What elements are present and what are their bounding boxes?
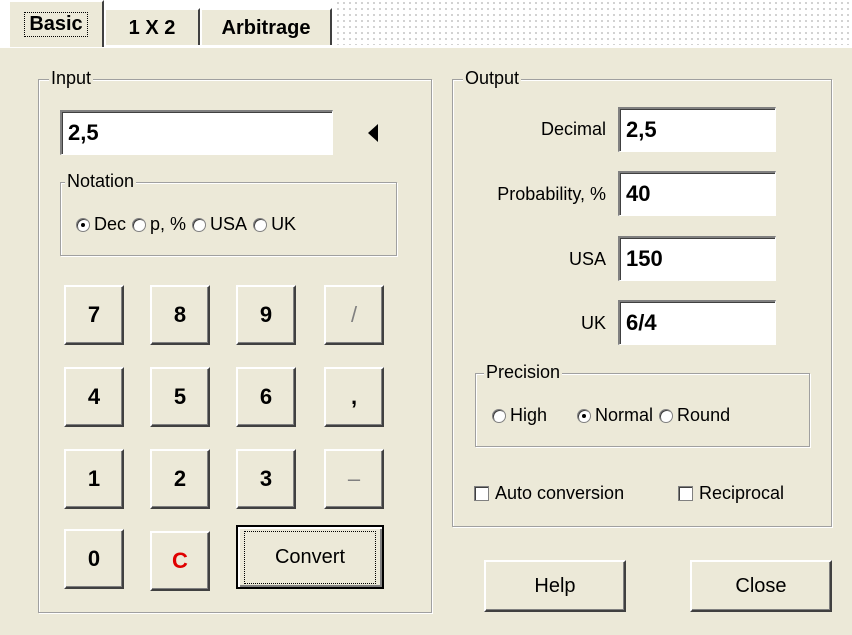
notation-dec-radio[interactable]	[76, 217, 90, 232]
key-2[interactable]: 2	[150, 449, 210, 509]
probability-field[interactable]	[618, 171, 776, 216]
decimal-field[interactable]	[618, 107, 776, 152]
notation-options: Dec p, % USA UK	[76, 214, 296, 235]
notation-p-label: p, %	[150, 214, 187, 234]
key-5[interactable]: 5	[150, 367, 210, 427]
reciprocal-checkbox[interactable]	[678, 486, 693, 501]
precision-high-radio[interactable]	[492, 408, 506, 423]
uk-label: UK	[580, 313, 606, 333]
notation-uk-label: UK	[271, 214, 297, 234]
tab-panel: Input Notation Dec p, % USA UK 7 8 9 / 4…	[0, 45, 852, 635]
usa-field[interactable]	[618, 236, 776, 281]
key-8[interactable]: 8	[150, 285, 210, 345]
auto-conversion-checkbox[interactable]	[474, 486, 489, 501]
close-button[interactable]: Close	[690, 560, 832, 612]
usa-label: USA	[568, 249, 606, 269]
key-3[interactable]: 3	[236, 449, 296, 509]
tab-1x2[interactable]: 1 X 2	[104, 8, 200, 46]
decimal-label: Decimal	[540, 119, 606, 139]
precision-normal-label: Normal	[595, 405, 654, 425]
clear-button[interactable]: C	[150, 531, 210, 591]
probability-label: Probability, %	[497, 184, 606, 204]
input-field[interactable]	[60, 110, 333, 155]
key-0[interactable]: 0	[64, 529, 124, 589]
precision-legend: Precision	[484, 362, 563, 383]
tab-basic[interactable]: Basic	[8, 0, 104, 47]
notation-legend: Notation	[65, 171, 137, 192]
notation-usa-radio[interactable]	[192, 217, 207, 232]
precision-high-label: High	[510, 405, 548, 425]
auto-conversion-option[interactable]: Auto conversion	[474, 483, 624, 504]
auto-conversion-label: Auto conversion	[495, 483, 625, 503]
tabstrip-background	[335, 0, 852, 45]
notation-dec-label: Dec	[94, 214, 127, 234]
key-4[interactable]: 4	[64, 367, 124, 427]
reciprocal-label: Reciprocal	[699, 483, 785, 503]
output-legend: Output	[463, 68, 522, 89]
help-button[interactable]: Help	[484, 560, 626, 612]
tab-arbitrage-label: Arbitrage	[221, 16, 311, 39]
precision-round-label: Round	[677, 405, 731, 425]
input-legend: Input	[49, 68, 94, 89]
key-6[interactable]: 6	[236, 367, 296, 427]
notation-uk-radio[interactable]	[253, 217, 268, 232]
precision-round-radio[interactable]	[659, 408, 674, 423]
precision-options: High Normal Round	[492, 405, 730, 426]
reciprocal-option[interactable]: Reciprocal	[678, 483, 784, 504]
key-minus[interactable]: –	[324, 449, 384, 509]
key-1[interactable]: 1	[64, 449, 124, 509]
tab-arbitrage[interactable]: Arbitrage	[200, 8, 332, 46]
precision-normal-radio[interactable]	[577, 408, 592, 423]
key-slash[interactable]: /	[324, 285, 384, 345]
tab-basic-label: Basic	[24, 12, 88, 37]
uk-field[interactable]	[618, 300, 776, 345]
convert-button-label: Convert	[243, 530, 377, 584]
key-comma[interactable]: ,	[324, 367, 384, 427]
key-9[interactable]: 9	[236, 285, 296, 345]
notation-usa-label: USA	[210, 214, 248, 234]
tab-1x2-label: 1 X 2	[128, 16, 176, 39]
convert-button[interactable]: Convert	[236, 525, 384, 589]
left-triangle-icon[interactable]	[368, 124, 378, 142]
key-7[interactable]: 7	[64, 285, 124, 345]
notation-p-radio[interactable]	[132, 217, 147, 232]
